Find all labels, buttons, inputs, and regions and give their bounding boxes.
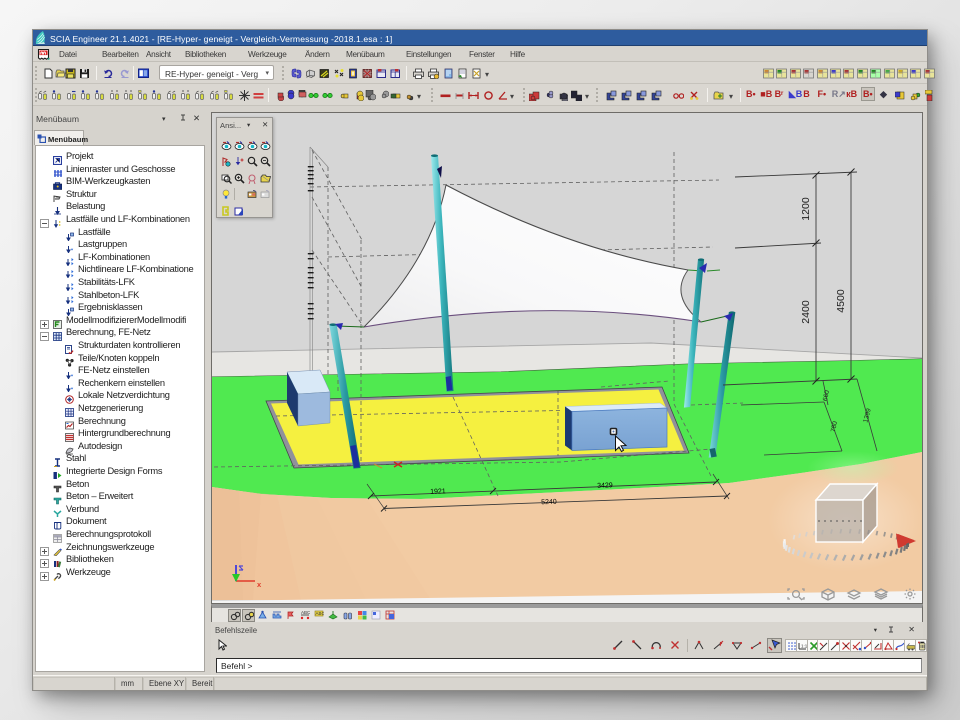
svg-text:5240: 5240 bbox=[541, 499, 557, 507]
svg-text:ABC: ABC bbox=[316, 611, 325, 616]
svg-text:3429: 3429 bbox=[597, 482, 613, 490]
svg-text:2400: 2400 bbox=[800, 300, 812, 324]
svg-text:ABC: ABC bbox=[301, 610, 310, 615]
svg-text:4500: 4500 bbox=[835, 289, 847, 313]
svg-text:1921: 1921 bbox=[430, 488, 446, 496]
svg-text:1200: 1200 bbox=[800, 197, 812, 221]
